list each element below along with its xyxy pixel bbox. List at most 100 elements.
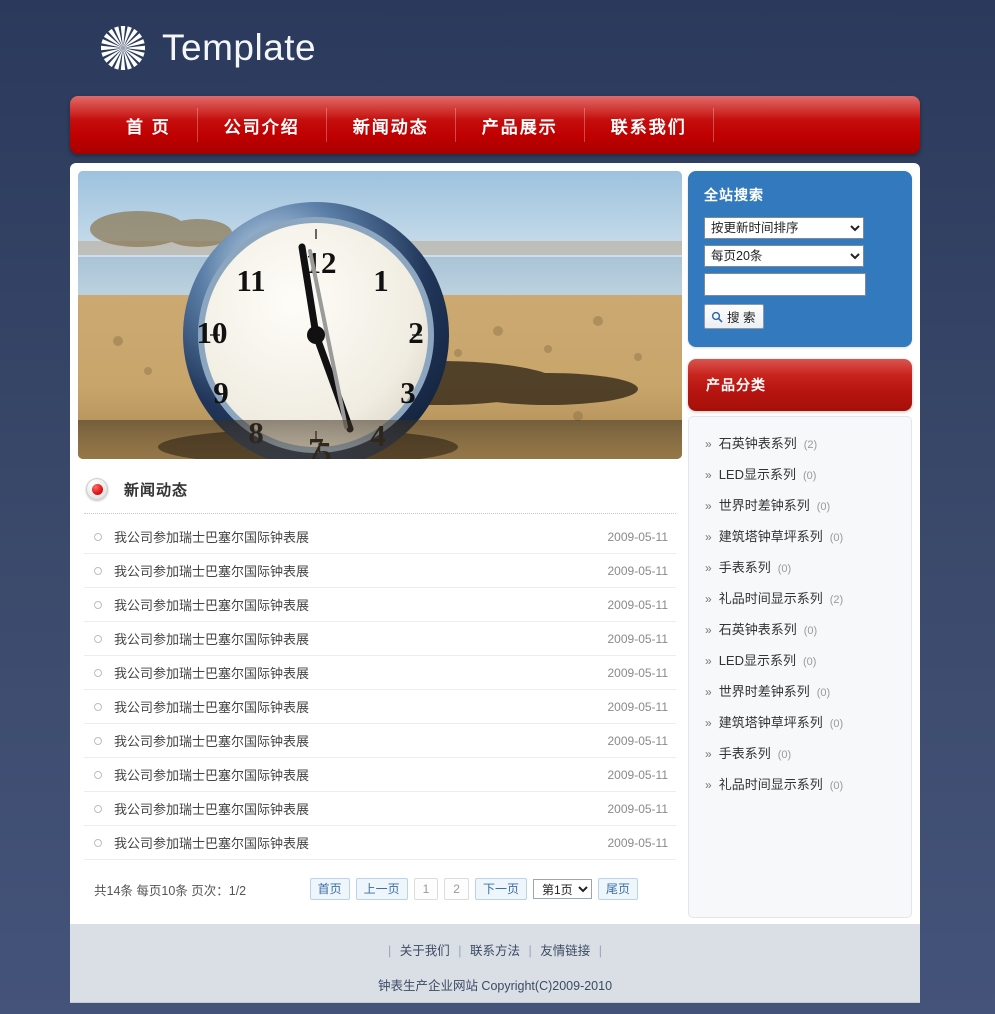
pagination-first-button[interactable]: 首页 [309,878,350,900]
pagination: 共14条 每页10条 页次：1/2 首页 上一页 1 2 下一页 第1页 第2页… [78,860,682,900]
nav-item-contact[interactable]: 联系我们 [585,96,713,154]
news-list: 我公司参加瑞士巴塞尔国际钟表展 2009-05-11 我公司参加瑞士巴塞尔国际钟… [78,520,682,860]
category-item[interactable]: » LED显示系列 (0) [695,458,905,489]
category-count: (0) [803,625,818,637]
category-count: (0) [777,563,792,575]
double-chevron-icon: » [705,592,712,606]
category-item[interactable]: » 世界时差钟系列 (0) [695,675,905,706]
list-item[interactable]: 我公司参加瑞士巴塞尔国际钟表展 2009-05-11 [84,758,676,792]
list-item[interactable]: 我公司参加瑞士巴塞尔国际钟表展 2009-05-11 [84,792,676,826]
double-chevron-icon: » [705,499,712,513]
category-name: 世界时差钟系列 [718,684,810,699]
nav-item-about[interactable]: 公司介绍 [198,96,326,154]
svg-text:9: 9 [213,375,229,410]
search-submit-button[interactable]: 搜 索 [704,304,765,329]
list-item[interactable]: 我公司参加瑞士巴塞尔国际钟表展 2009-05-11 [84,520,676,554]
footer-separator: | [458,944,462,958]
nav-separator [712,108,714,142]
category-item[interactable]: » 建筑塔钟草坪系列 (0) [695,706,905,737]
bullet-icon [94,736,102,745]
list-item[interactable]: 我公司参加瑞士巴塞尔国际钟表展 2009-05-11 [84,690,676,724]
pagination-page-2[interactable]: 2 [444,878,469,900]
news-section-title: 新闻动态 [124,481,189,499]
list-item[interactable]: 我公司参加瑞士巴塞尔国际钟表展 2009-05-11 [84,656,676,690]
category-count: (0) [816,501,831,513]
category-count: (0) [802,470,817,482]
pagination-page-1[interactable]: 1 [413,878,439,900]
double-chevron-icon: » [705,654,712,668]
list-item[interactable]: 我公司参加瑞士巴塞尔国际钟表展 2009-05-11 [84,826,676,860]
bullet-icon [94,838,102,847]
footer-link-friendlinks[interactable]: 友情链接 [540,944,590,958]
hero-banner-image: 12 11 10 9 8 7 1 2 3 4 5 [78,171,682,459]
category-name: 石英钟表系列 [718,436,797,451]
category-name: LED显示系列 [718,653,796,668]
site-header: Template [0,0,995,95]
news-date: 2009-05-11 [607,835,669,850]
category-count: (0) [829,780,844,792]
list-item[interactable]: 我公司参加瑞士巴塞尔国际钟表展 2009-05-11 [84,724,676,758]
footer-link-about[interactable]: 关于我们 [400,944,450,958]
news-title-text: 我公司参加瑞士巴塞尔国际钟表展 [114,734,310,749]
category-item[interactable]: » 礼品时间显示系列 (2) [695,582,905,613]
product-category-panel: 产品分类 » 石英钟表系列 (2) » LED显示系列 (0) » 世界时差钟系… [688,359,912,918]
news-section-header: 新闻动态 [78,465,682,513]
category-count: (0) [777,749,792,761]
category-item[interactable]: » 礼品时间显示系列 (0) [695,768,905,799]
double-chevron-icon: » [705,747,712,761]
pagination-prev-button[interactable]: 上一页 [355,878,408,900]
news-date: 2009-05-11 [607,665,669,680]
pagination-page-select[interactable]: 第1页 第2页 [532,879,592,899]
category-item[interactable]: » 石英钟表系列 (2) [695,427,905,458]
pagination-last-button[interactable]: 尾页 [597,878,638,900]
category-item[interactable]: » LED显示系列 (0) [695,644,905,675]
category-name: 手表系列 [718,746,771,761]
category-name: 建筑塔钟草坪系列 [718,529,823,544]
left-column: 12 11 10 9 8 7 1 2 3 4 5 [78,171,682,918]
news-title-text: 我公司参加瑞士巴塞尔国际钟表展 [114,632,310,647]
category-item[interactable]: » 手表系列 (0) [695,551,905,582]
category-panel-title: 产品分类 [688,359,912,411]
search-input[interactable] [704,273,866,296]
footer-links: | 关于我们 | 联系方法 | 友情链接 | [70,924,920,959]
category-item[interactable]: » 世界时差钟系列 (0) [695,489,905,520]
list-item[interactable]: 我公司参加瑞士巴塞尔国际钟表展 2009-05-11 [84,622,676,656]
main-container: 12 11 10 9 8 7 1 2 3 4 5 [70,163,920,924]
bullet-icon [94,532,102,541]
footer-separator: | [598,944,602,958]
news-date: 2009-05-11 [607,529,669,544]
magnifier-icon [711,311,723,323]
bullet-icon [94,804,102,813]
category-item[interactable]: » 建筑塔钟草坪系列 (0) [695,520,905,551]
category-count: (0) [816,687,831,699]
double-chevron-icon: » [705,561,712,575]
news-date: 2009-05-11 [607,767,669,782]
double-chevron-icon: » [705,778,712,792]
sunburst-icon [100,25,146,71]
double-chevron-icon: » [705,685,712,699]
nav-item-products[interactable]: 产品展示 [456,96,584,154]
nav-item-news[interactable]: 新闻动态 [327,96,455,154]
category-item[interactable]: » 手表系列 (0) [695,737,905,768]
brand-title: Template [162,27,317,68]
list-item[interactable]: 我公司参加瑞士巴塞尔国际钟表展 2009-05-11 [84,554,676,588]
bullet-icon [94,600,102,609]
main-navigation: 首 页 公司介绍 新闻动态 产品展示 联系我们 [70,96,920,154]
news-title-text: 我公司参加瑞士巴塞尔国际钟表展 [114,530,310,545]
news-title-text: 我公司参加瑞士巴塞尔国际钟表展 [114,666,310,681]
search-sort-select[interactable]: 按更新时间排序 按点击次数排序 [704,217,864,239]
list-item[interactable]: 我公司参加瑞士巴塞尔国际钟表展 2009-05-11 [84,588,676,622]
red-dot-icon [86,478,108,500]
svg-text:10: 10 [197,315,228,350]
news-date: 2009-05-11 [607,597,669,612]
double-chevron-icon: » [705,530,712,544]
footer-copyright: 钟表生产企业网站 Copyright(C)2009-2010 [377,979,613,993]
footer-link-contact[interactable]: 联系方法 [470,944,520,958]
search-perpage-select[interactable]: 每页20条 每页10条 每页50条 [704,245,864,267]
news-title-text: 我公司参加瑞士巴塞尔国际钟表展 [114,836,310,851]
nav-item-home[interactable]: 首 页 [100,96,197,154]
news-date: 2009-05-11 [607,631,669,646]
bullet-icon [94,702,102,711]
pagination-next-button[interactable]: 下一页 [474,878,527,900]
category-item[interactable]: » 石英钟表系列 (0) [695,613,905,644]
